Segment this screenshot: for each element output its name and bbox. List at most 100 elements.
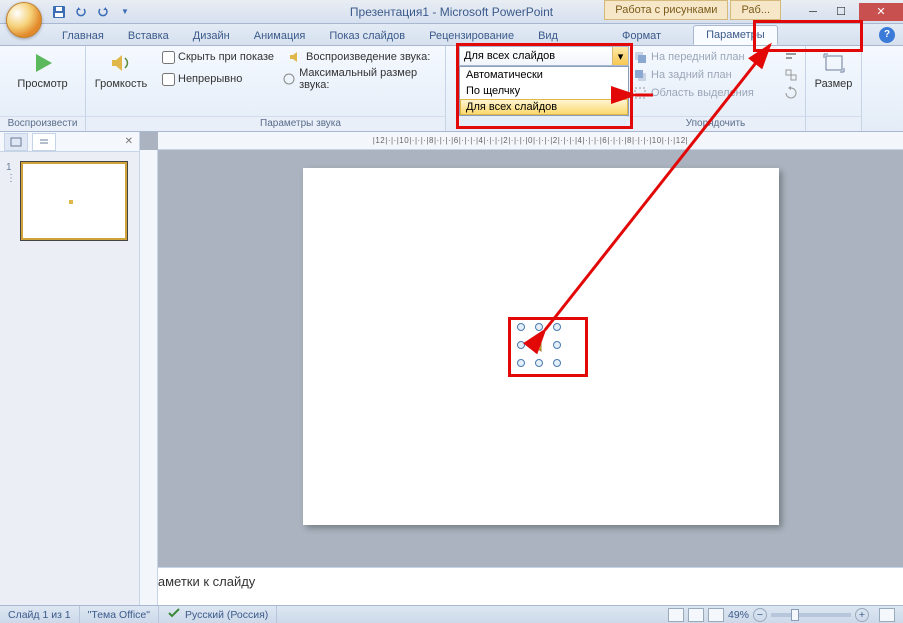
tab-parameters[interactable]: Параметры — [693, 25, 778, 45]
preview-label: Просмотр — [17, 78, 67, 90]
tab-animation[interactable]: Анимация — [242, 27, 318, 45]
hide-label: Скрыть при показе — [178, 51, 274, 63]
loop-checkbox-row[interactable]: Непрерывно Максимальный размер звука: — [162, 66, 439, 92]
group-label-play: Воспроизвести — [0, 116, 85, 131]
hide-checkbox[interactable] — [162, 51, 175, 64]
speaker-icon — [105, 50, 137, 76]
dropdown-item-allslides[interactable]: Для всех слайдов — [460, 99, 628, 115]
volume-button[interactable]: Громкость — [92, 48, 150, 92]
hide-checkbox-row[interactable]: Скрыть при показе Воспроизведение звука: — [162, 48, 439, 66]
selection-icon — [632, 85, 648, 101]
tab-home[interactable]: Главная — [50, 27, 116, 45]
slide[interactable] — [303, 168, 779, 525]
ribbon: Просмотр Воспроизвести Громкость Скрыть … — [0, 46, 903, 132]
play-icon — [27, 50, 59, 76]
send-back-button[interactable]: На задний план — [632, 66, 799, 84]
office-button[interactable] — [6, 2, 42, 38]
context-tab-picture-tools[interactable]: Работа с рисунками — [604, 0, 728, 20]
resize-handle-s[interactable] — [535, 359, 543, 367]
horizontal-ruler: |12|·|·|10|·|·|·|8|·|·|·|6|·|·|·|4|·|·|·… — [158, 132, 903, 150]
slide-panel: ✕ 1⋮ — [0, 132, 140, 605]
context-tab-other[interactable]: Раб... — [730, 0, 781, 20]
ribbon-group-sound-params: Скрыть при показе Воспроизведение звука:… — [156, 46, 446, 131]
view-normal-button[interactable] — [668, 608, 684, 622]
panel-close-icon[interactable]: ✕ — [125, 136, 133, 147]
ribbon-tabs: Главная Вставка Дизайн Анимация Показ сл… — [0, 24, 903, 46]
playback-dropdown-list: Автоматически По щелчку Для всех слайдов — [459, 66, 629, 116]
resize-handle-n[interactable] — [535, 323, 543, 331]
vertical-ruler — [140, 150, 158, 605]
zoom-value[interactable]: 49% — [728, 609, 749, 621]
status-theme[interactable]: "Тема Office" — [80, 606, 159, 623]
ribbon-group-size: Размер — [806, 46, 862, 131]
resize-handle-nw[interactable] — [517, 323, 525, 331]
bring-front-button[interactable]: На передний план — [632, 48, 799, 66]
size-label: Размер — [815, 78, 853, 90]
slide-panel-tabs: ✕ — [0, 132, 139, 152]
send-back-label: На задний план — [651, 69, 732, 81]
fit-window-button[interactable] — [879, 608, 895, 622]
tab-slideshow[interactable]: Показ слайдов — [317, 27, 417, 45]
resize-handle-sw[interactable] — [517, 359, 525, 367]
resize-handle-e[interactable] — [553, 341, 561, 349]
group-label-size-spacer — [806, 116, 861, 131]
ribbon-group-play: Просмотр Воспроизвести — [0, 46, 86, 131]
speaker-object-icon — [531, 337, 547, 353]
sound-play-icon — [287, 49, 303, 65]
loop-label: Непрерывно — [178, 73, 242, 85]
resize-handle-ne[interactable] — [553, 323, 561, 331]
thumb-sound-marker — [69, 200, 73, 204]
dropdown-selected-label: Для всех слайдов — [464, 50, 555, 62]
group-icon[interactable] — [783, 67, 799, 83]
playback-label: Воспроизведение звука: — [306, 51, 430, 63]
zoom-in-button[interactable]: + — [855, 608, 869, 622]
group-label-sound: Параметры звука — [156, 116, 445, 131]
align-icon[interactable] — [783, 49, 799, 65]
zoom-slider-thumb[interactable] — [791, 609, 799, 621]
slides-tab[interactable] — [4, 133, 28, 151]
bring-front-label: На передний план — [651, 51, 745, 63]
editor-area: |12|·|·|10|·|·|·|8|·|·|·|6|·|·|·|4|·|·|·… — [140, 132, 903, 605]
sound-object[interactable] — [521, 327, 557, 363]
group-label-volume-spacer — [86, 116, 156, 131]
resize-handle-w[interactable] — [517, 341, 525, 349]
spellcheck-icon — [167, 607, 181, 622]
status-right: 49% − + — [668, 608, 903, 622]
tab-insert[interactable]: Вставка — [116, 27, 181, 45]
size-icon — [818, 50, 850, 76]
preview-button[interactable]: Просмотр — [6, 48, 79, 92]
zoom-slider[interactable] — [771, 613, 851, 617]
tab-review[interactable]: Рецензирование — [417, 27, 526, 45]
status-slide-count[interactable]: Слайд 1 из 1 — [0, 606, 80, 623]
help-icon[interactable]: ? — [879, 27, 895, 43]
send-back-icon — [632, 67, 648, 83]
outline-tab[interactable] — [32, 133, 56, 151]
tab-design[interactable]: Дизайн — [181, 27, 242, 45]
view-slideshow-button[interactable] — [708, 608, 724, 622]
loop-checkbox[interactable] — [162, 73, 175, 86]
ribbon-group-volume: Громкость — [86, 46, 156, 131]
size-button[interactable]: Размер — [812, 48, 855, 92]
slide-thumbnail-1[interactable]: 1⋮ — [6, 162, 133, 243]
group-label-arrange: Упорядочить — [626, 116, 805, 131]
chevron-down-icon[interactable]: ▾ — [612, 47, 628, 65]
bring-front-icon — [632, 49, 648, 65]
dropdown-item-auto[interactable]: Автоматически — [460, 67, 628, 83]
thumb-number: 1⋮ — [6, 162, 18, 184]
maxsize-label: Максимальный размер звука: — [299, 67, 439, 91]
dropdown-item-click[interactable]: По щелчку — [460, 83, 628, 99]
status-language-label: Русский (Россия) — [185, 609, 268, 621]
resize-handle-se[interactable] — [553, 359, 561, 367]
playback-dropdown-selected[interactable]: Для всех слайдов ▾ — [459, 46, 629, 66]
view-sorter-button[interactable] — [688, 608, 704, 622]
playback-dropdown: Для всех слайдов ▾ Автоматически По щелч… — [459, 46, 629, 116]
titlebar: ▼ Презентация1 - Microsoft PowerPoint Ра… — [0, 0, 903, 24]
tab-format[interactable]: Формат — [610, 27, 673, 45]
selection-pane-button[interactable]: Область выделения — [632, 84, 799, 102]
tab-view[interactable]: Вид — [526, 27, 570, 45]
rotate-icon[interactable] — [783, 85, 799, 101]
canvas[interactable] — [158, 150, 903, 567]
zoom-out-button[interactable]: − — [753, 608, 767, 622]
status-language[interactable]: Русский (Россия) — [159, 606, 277, 623]
notes-pane[interactable]: Заметки к слайду — [140, 567, 903, 605]
